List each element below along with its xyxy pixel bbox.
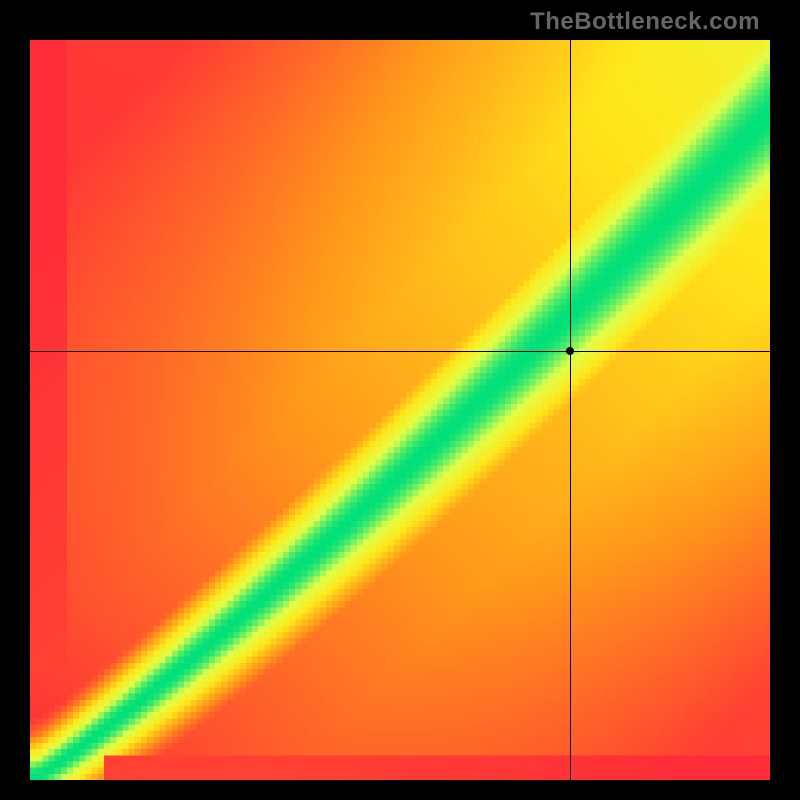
crosshair-horizontal [30,351,770,352]
heatmap-canvas [30,40,770,780]
plot-area [30,40,770,780]
chart-frame: TheBottleneck.com [0,0,800,800]
marker-dot [566,347,574,355]
crosshair-vertical [570,40,571,780]
watermark-text: TheBottleneck.com [530,8,760,36]
